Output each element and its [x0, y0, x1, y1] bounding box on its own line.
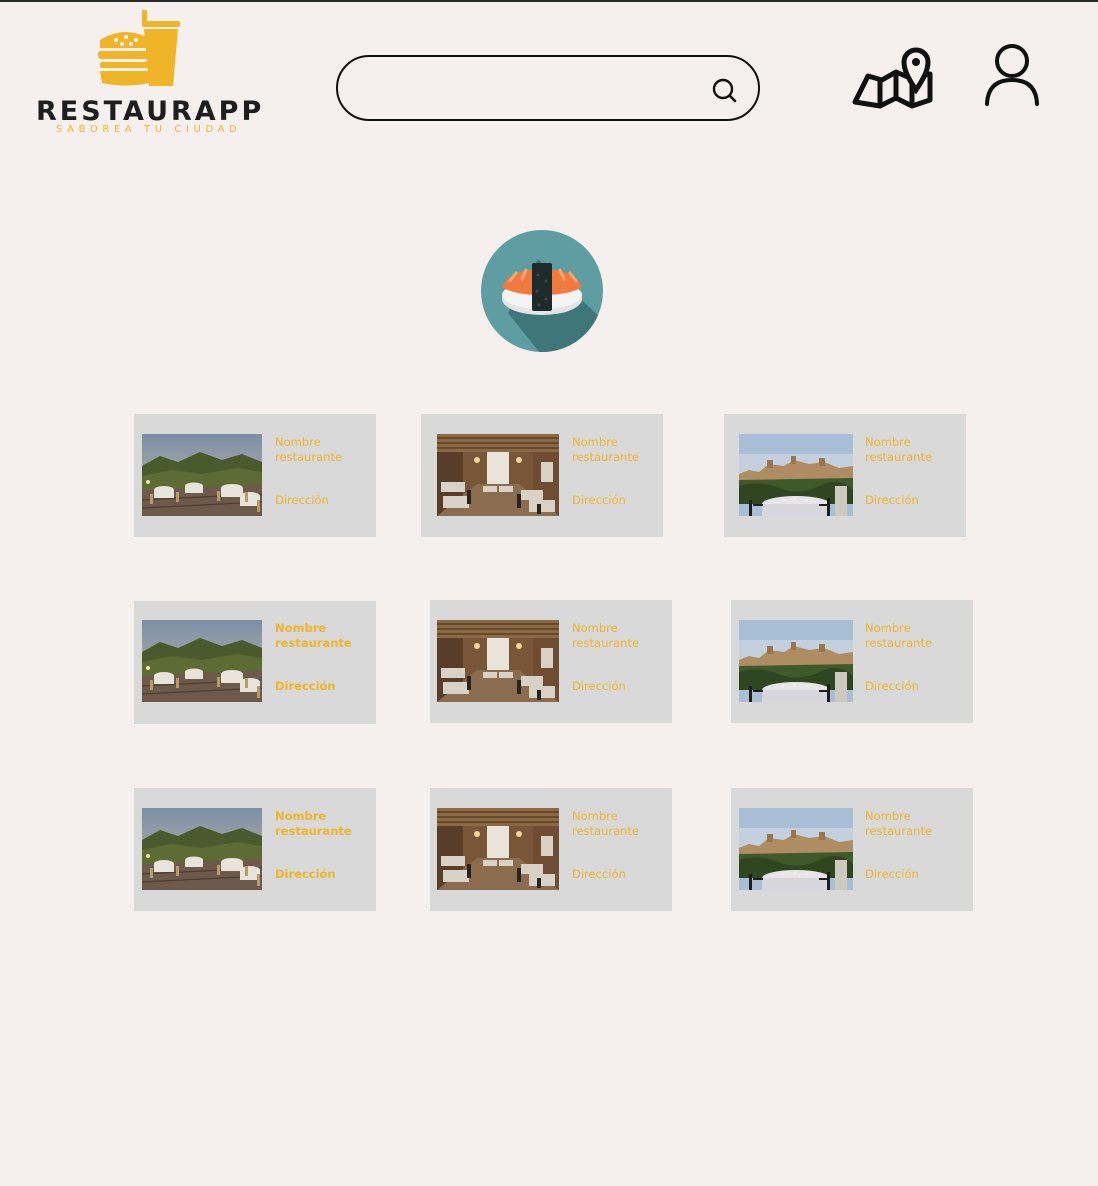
restaurant-card[interactable]: Nombre restaurante Dirección: [134, 788, 376, 911]
search-input[interactable]: [364, 71, 698, 105]
restaurant-name: Nombre restaurante: [275, 435, 343, 464]
restaurant-name: Nombre restaurante: [865, 621, 933, 650]
restaurant-photo: [437, 434, 559, 516]
search-button[interactable]: [710, 75, 740, 105]
restaurant-name: Nombre restaurante: [865, 809, 933, 838]
brand-tagline: SABOREA TU CIUDAD: [56, 124, 242, 135]
restaurant-name: Nombre restaurante: [572, 809, 640, 838]
restaurant-card[interactable]: Nombre restaurante Dirección: [731, 788, 973, 911]
restaurant-card[interactable]: Nombre restaurante Dirección: [421, 414, 663, 537]
restaurant-address: Dirección: [865, 679, 919, 693]
restaurant-card[interactable]: Nombre restaurante Dirección: [430, 788, 672, 911]
restaurant-photo: [739, 620, 853, 702]
restaurant-photo: [437, 808, 559, 890]
restaurant-photo: [142, 808, 262, 890]
restaurant-photo: [142, 434, 262, 516]
map-button[interactable]: [850, 40, 936, 112]
restaurant-name: Nombre restaurante: [572, 621, 640, 650]
restaurant-name: Nombre restaurante: [865, 435, 933, 464]
sushi-category-button[interactable]: [480, 229, 604, 353]
restaurant-name: Nombre restaurante: [572, 435, 640, 464]
search-icon: [712, 78, 737, 103]
restaurapp-logo[interactable]: RESTAURAPP SABOREA TU CIUDAD: [34, 10, 261, 138]
restaurant-card[interactable]: Nombre restaurante Dirección: [430, 600, 672, 723]
restaurant-name: Nombre restaurante: [275, 809, 352, 838]
restaurant-card[interactable]: Nombre restaurante Dirección: [724, 414, 966, 537]
restaurant-card[interactable]: Nombre restaurante Dirección: [134, 414, 376, 537]
restaurant-address: Dirección: [275, 679, 336, 693]
restaurant-card[interactable]: Nombre restaurante Dirección: [134, 601, 376, 724]
restaurant-address: Dirección: [572, 867, 626, 881]
restaurant-address: Dirección: [865, 867, 919, 881]
restaurant-address: Dirección: [275, 867, 336, 881]
restaurant-name: Nombre restaurante: [275, 621, 352, 650]
burger-drink-logo-icon: [98, 10, 180, 86]
restaurant-photo: [437, 620, 559, 702]
restaurant-address: Dirección: [572, 679, 626, 693]
map-pin-icon: [852, 47, 933, 109]
restaurant-photo: [739, 434, 853, 516]
brand-name: RESTAURAPP: [36, 96, 265, 127]
restaurant-photo: [142, 620, 262, 702]
sushi-icon: [481, 230, 603, 352]
restaurant-address: Dirección: [275, 493, 329, 507]
restaurant-address: Dirección: [865, 493, 919, 507]
user-profile-button[interactable]: [982, 42, 1042, 108]
restaurant-address: Dirección: [572, 493, 626, 507]
restaurant-photo: [739, 808, 853, 890]
search-bar: [336, 55, 760, 121]
user-icon: [985, 44, 1039, 106]
restaurant-card[interactable]: Nombre restaurante Dirección: [731, 600, 973, 723]
